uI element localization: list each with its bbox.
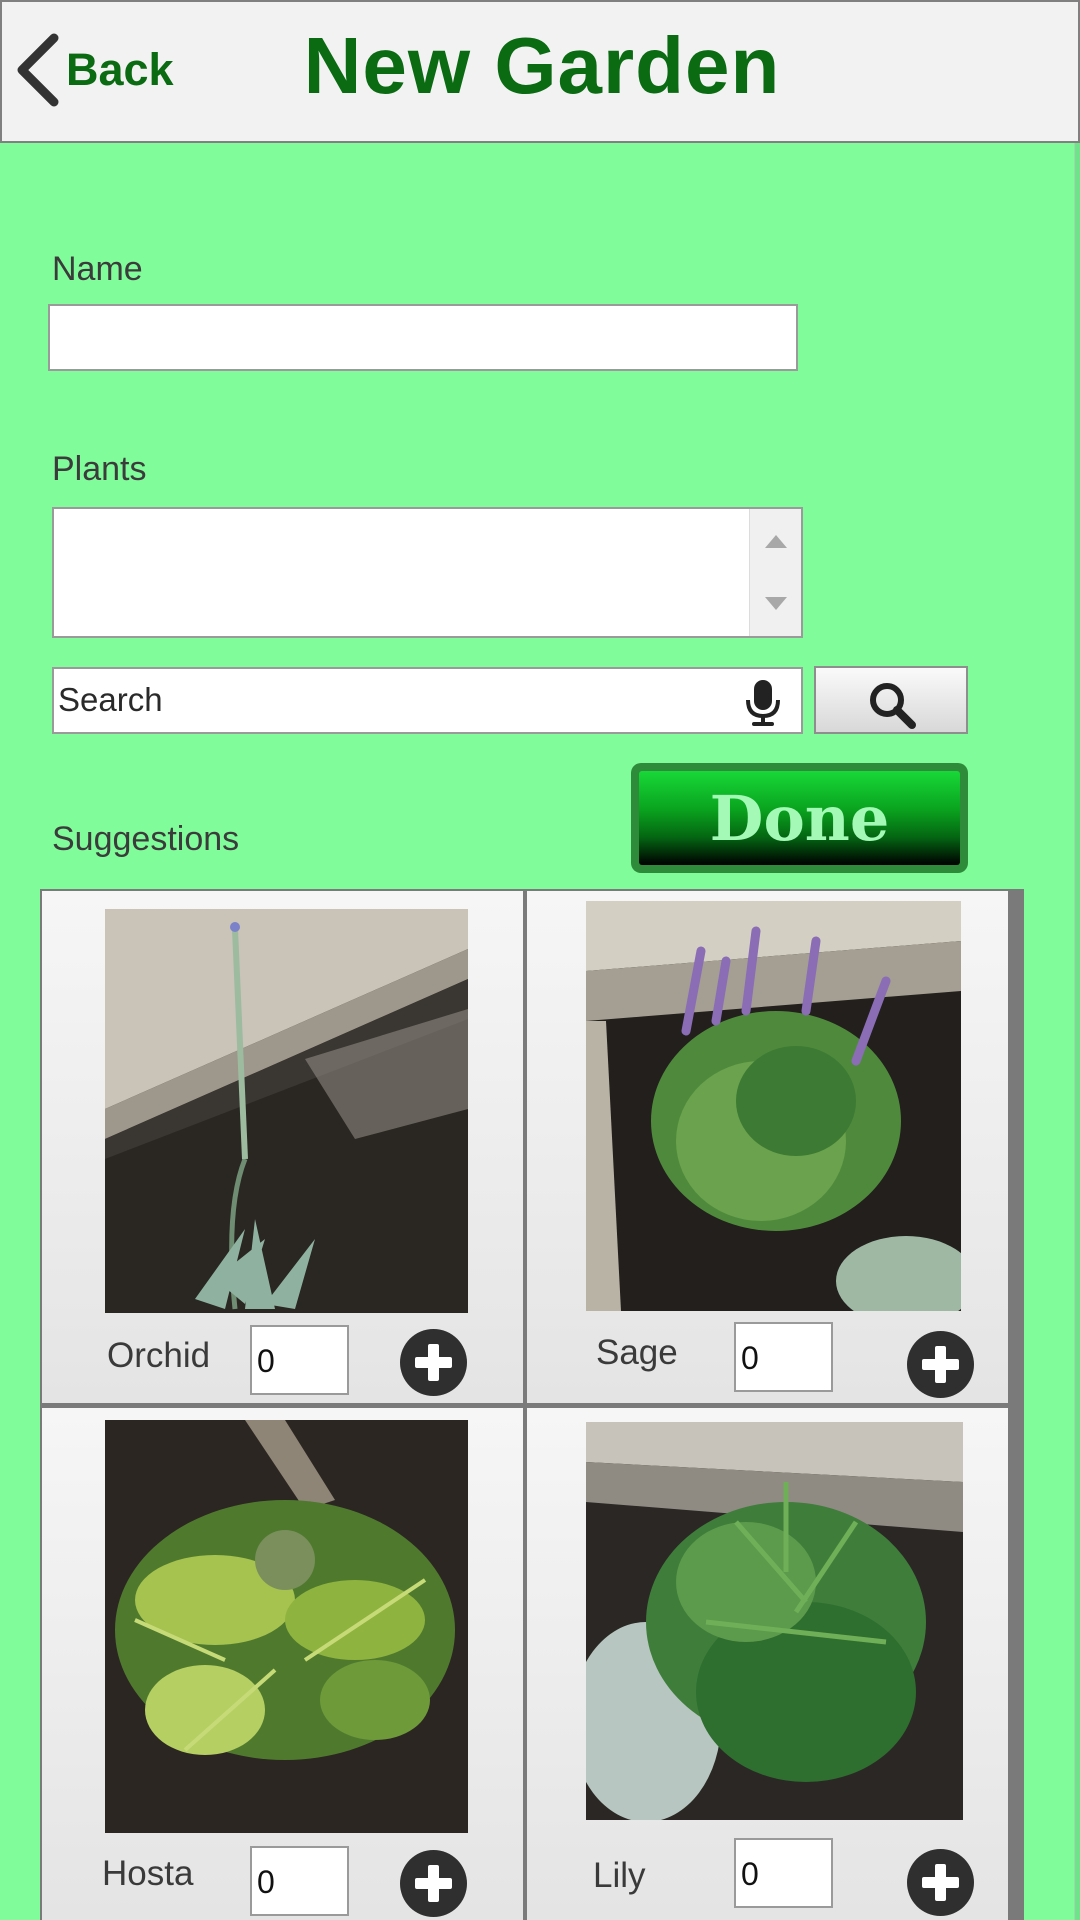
orchid-photo — [105, 909, 468, 1313]
quantity-value: 0 — [741, 1340, 759, 1376]
right-edge — [1074, 143, 1080, 1920]
microphone-icon[interactable] — [743, 678, 783, 728]
plant-name: Lily — [593, 1856, 646, 1895]
plus-circle-icon[interactable] — [907, 1849, 974, 1916]
plus-circle-icon[interactable] — [907, 1331, 974, 1398]
magnifier-icon — [870, 683, 916, 729]
suggestion-card: Hosta 0 — [42, 1408, 523, 1920]
header-bar: Back New Garden — [0, 0, 1080, 143]
page-title: New Garden — [303, 21, 781, 110]
suggestion-card: Orchid 0 — [42, 891, 523, 1403]
search-input[interactable]: Search — [52, 667, 803, 734]
plant-name: Hosta — [102, 1854, 194, 1893]
plants-list[interactable] — [52, 507, 803, 638]
hosta-photo — [105, 1420, 468, 1833]
search-placeholder: Search — [58, 681, 163, 718]
quantity-input[interactable]: 0 — [734, 1838, 833, 1908]
plants-scrollbar[interactable] — [749, 509, 801, 636]
suggestion-grid: Orchid 0 Sage 0 Hosta 0 Lily 0 — [40, 889, 1024, 1920]
done-button-face: Done — [639, 771, 960, 865]
quantity-value: 0 — [257, 1864, 275, 1900]
search-button[interactable] — [814, 666, 968, 734]
plus-circle-icon[interactable] — [400, 1329, 467, 1396]
suggestions-label: Suggestions — [52, 820, 240, 858]
plants-label: Plants — [52, 450, 147, 488]
sage-photo — [586, 901, 961, 1311]
done-button[interactable]: Done — [631, 763, 968, 873]
done-label: Done — [709, 781, 890, 855]
plus-circle-icon[interactable] — [400, 1850, 467, 1917]
quantity-value: 0 — [741, 1856, 759, 1892]
quantity-input[interactable]: 0 — [250, 1846, 349, 1916]
plant-name: Orchid — [107, 1336, 211, 1375]
scroll-down-icon[interactable] — [765, 597, 787, 610]
suggestion-card: Lily 0 — [527, 1408, 1008, 1920]
quantity-input[interactable]: 0 — [250, 1325, 349, 1395]
quantity-input[interactable]: 0 — [734, 1322, 833, 1392]
suggestion-card: Sage 0 — [527, 891, 1008, 1403]
name-input[interactable] — [48, 304, 798, 371]
plant-name: Sage — [596, 1333, 678, 1372]
name-label: Name — [52, 250, 143, 288]
lily-photo — [586, 1422, 963, 1820]
quantity-value: 0 — [257, 1343, 275, 1379]
scroll-up-icon[interactable] — [765, 535, 787, 548]
